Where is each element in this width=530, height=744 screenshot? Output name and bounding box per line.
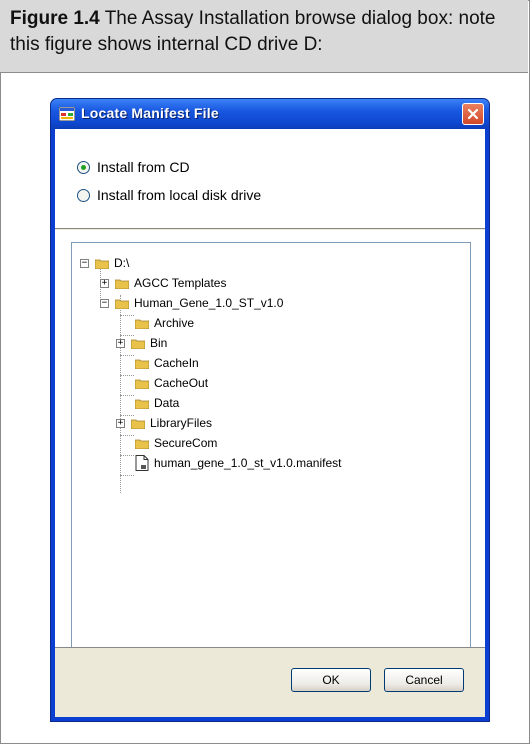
expand-icon[interactable]: + [116, 338, 125, 348]
folder-icon [115, 298, 129, 309]
tree-node-label: human_gene_1.0_st_v1.0.manifest [154, 456, 342, 470]
tree-node-agcc-templates[interactable]: + AGCC Templates [100, 275, 226, 291]
tree-connector [120, 355, 134, 356]
install-from-local-disk-option[interactable]: Install from local disk drive [77, 187, 261, 203]
tree-node-archive[interactable]: Archive [135, 315, 194, 331]
install-from-cd-radio[interactable] [77, 160, 90, 174]
figure-caption: Figure 1.4 The Assay Installation browse… [0, 0, 528, 73]
dialog-title: Locate Manifest File [81, 105, 219, 121]
tree-node-root[interactable]: − D:\ [80, 255, 129, 271]
tree-node-label: Human_Gene_1.0_ST_v1.0 [134, 296, 284, 310]
title-bar[interactable]: Locate Manifest File [51, 99, 489, 129]
close-button[interactable] [462, 103, 484, 125]
install-from-cd-option[interactable]: Install from CD [77, 159, 190, 175]
tree-node-label: SecureCom [154, 436, 218, 450]
folder-icon [95, 258, 109, 269]
tree-node-data[interactable]: Data [135, 395, 179, 411]
install-source-panel: Install from CD Install from local disk … [55, 129, 485, 229]
tree-connector [120, 475, 134, 476]
button-bar: OK Cancel [55, 647, 485, 717]
tree-node-label: CacheIn [154, 356, 199, 370]
collapse-icon[interactable]: − [80, 258, 89, 268]
install-from-cd-label: Install from CD [97, 159, 190, 175]
tree-panel: − D:\ + AGCC Templates − Human_Gene_1.0_… [55, 230, 485, 675]
tree-node-bin[interactable]: + Bin [116, 335, 167, 351]
locate-manifest-dialog: Locate Manifest File Install from CD Ins… [50, 98, 490, 722]
folder-icon [115, 278, 129, 289]
tree-node-cacheout[interactable]: CacheOut [135, 375, 208, 391]
tree-node-label: LibraryFiles [150, 416, 213, 430]
tree-node-label: Archive [154, 316, 195, 330]
tree-node-cachein[interactable]: CacheIn [135, 355, 199, 371]
app-window-icon [59, 107, 75, 121]
tree-connector [120, 455, 134, 456]
tree-node-libraryfiles[interactable]: + LibraryFiles [116, 415, 212, 431]
tree-node-label: D:\ [114, 256, 130, 270]
folder-icon [135, 438, 149, 449]
collapse-icon[interactable]: − [100, 298, 109, 308]
tree-node-label: CacheOut [154, 376, 209, 390]
tree-connector [120, 315, 134, 316]
install-from-local-disk-radio[interactable] [77, 188, 90, 202]
tree-connector [120, 435, 134, 436]
tree-node-human-gene[interactable]: − Human_Gene_1.0_ST_v1.0 [100, 295, 283, 311]
figure-label: Figure 1.4 [10, 8, 100, 29]
tree-node-label: AGCC Templates [134, 276, 227, 290]
tree-node-label: Data [154, 396, 180, 410]
dialog-client-area: Install from CD Install from local disk … [55, 129, 485, 717]
folder-icon [131, 418, 145, 429]
folder-icon [135, 318, 149, 329]
folder-icon [135, 398, 149, 409]
expand-icon[interactable]: + [116, 418, 125, 428]
tree-node-manifest-file[interactable]: human_gene_1.0_st_v1.0.manifest [135, 455, 341, 471]
tree-connector [120, 395, 134, 396]
cancel-button[interactable]: Cancel [384, 668, 464, 692]
tree-connector [120, 375, 134, 376]
tree-connector [120, 295, 121, 493]
folder-icon [135, 378, 149, 389]
tree-node-securecom[interactable]: SecureCom [135, 435, 217, 451]
folder-icon [131, 338, 145, 349]
install-from-local-disk-label: Install from local disk drive [97, 187, 262, 203]
expand-icon[interactable]: + [100, 278, 109, 288]
file-icon [135, 455, 149, 471]
ok-button[interactable]: OK [291, 668, 371, 692]
folder-tree-view[interactable]: − D:\ + AGCC Templates − Human_Gene_1.0_… [71, 242, 471, 662]
tree-node-label: Bin [150, 336, 168, 350]
close-icon [467, 108, 479, 120]
folder-icon [135, 358, 149, 369]
